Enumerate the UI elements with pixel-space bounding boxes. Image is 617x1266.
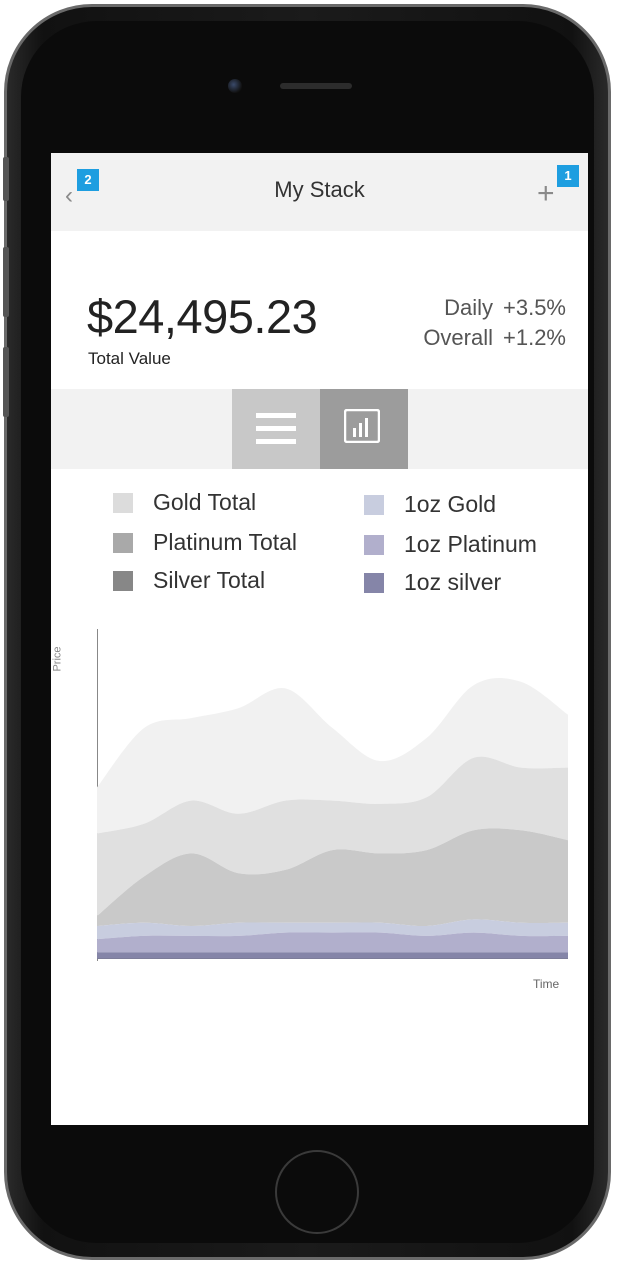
bar-chart-icon <box>344 409 380 443</box>
daily-change: Daily +3.5% <box>444 295 566 321</box>
legend-swatch <box>364 535 384 555</box>
total-value-amount: $24,495.23 <box>87 290 318 343</box>
annotation-marker-add: 1 <box>557 165 579 187</box>
y-axis-label: Price <box>51 646 64 672</box>
annotation-marker-back: 2 <box>77 169 99 191</box>
legend-label: 1oz silver <box>404 569 502 595</box>
daily-label: Daily <box>444 295 493 320</box>
front-camera <box>228 79 242 93</box>
view-toggle-bar <box>51 389 588 469</box>
stacked-area-chart <box>97 678 568 959</box>
daily-value: +3.5% <box>503 295 566 320</box>
app-screen: ‹ My Stack + 2 1 $24,495.23 Total Value … <box>51 153 588 1125</box>
volume-down-button <box>3 347 9 417</box>
earpiece-speaker <box>280 83 352 89</box>
volume-up-button <box>3 247 9 317</box>
legend-label: 1oz Gold <box>404 491 497 517</box>
overall-label: Overall <box>423 325 493 350</box>
home-button[interactable] <box>275 1150 359 1234</box>
legend-swatch <box>113 571 133 591</box>
legend-swatch <box>364 495 384 515</box>
chart-view-button[interactable] <box>320 389 408 469</box>
mute-switch <box>3 157 9 201</box>
legend-label: Platinum Total <box>153 529 298 555</box>
list-view-button[interactable] <box>232 389 320 469</box>
list-icon <box>256 413 296 452</box>
total-value-label: Total Value <box>88 349 171 368</box>
page-title: My Stack <box>274 177 365 202</box>
overall-change: Overall +1.2% <box>423 325 566 351</box>
x-axis-label: Time <box>533 977 560 991</box>
navigation-bar: ‹ My Stack + 2 1 <box>51 153 588 231</box>
legend-label: Gold Total <box>153 489 257 515</box>
phone-frame: ‹ My Stack + 2 1 $24,495.23 Total Value … <box>3 4 611 1260</box>
legend-swatch <box>113 533 133 553</box>
legend-swatch <box>364 573 384 593</box>
legend-label: Silver Total <box>153 567 266 593</box>
plus-icon: + <box>537 177 555 210</box>
legend-label: 1oz Platinum <box>404 531 537 557</box>
legend-swatch <box>113 493 133 513</box>
overall-value: +1.2% <box>503 325 566 350</box>
